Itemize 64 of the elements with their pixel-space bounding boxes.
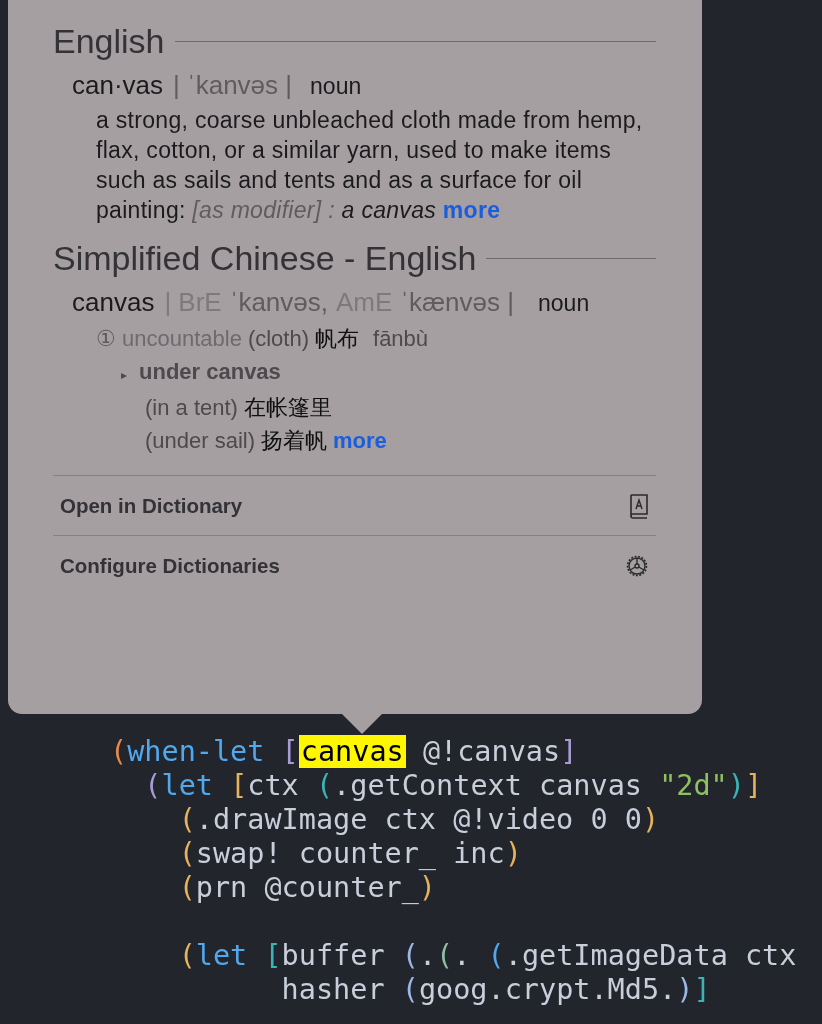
gloss-text: (in a tent)	[145, 394, 238, 422]
more-link[interactable]: more	[333, 424, 387, 457]
code-token: (	[177, 939, 196, 972]
code-token: (	[177, 803, 196, 836]
disclosure-marker[interactable]: ▸	[121, 359, 127, 391]
definition-text: a strong, coarse unbleached cloth made from hemp, flax, cotton, or a similar yarn, used to make items such as sails and tents and as a surface for oil painting: [as modifier] : a canvas more	[96, 106, 644, 225]
translation-text: 扬着帆	[261, 427, 328, 455]
menu-item[interactable]: Open in Dictionary	[60, 493, 243, 518]
code-token: (	[315, 769, 334, 802]
code-token: )	[641, 803, 660, 836]
book-icon[interactable]	[628, 492, 650, 519]
code-token: swap! counter_ inc	[195, 837, 505, 870]
code-token: goog.crypt.Md5.	[418, 973, 677, 1006]
code-token: .	[418, 939, 437, 972]
pronunciation: | ˈkanvəs |	[173, 70, 293, 101]
section-title: English	[53, 21, 165, 61]
code-token: )	[727, 769, 745, 802]
phrase-text: under canvas	[139, 358, 281, 386]
code-token: .getImageData ctx	[504, 939, 797, 972]
code-token: (	[436, 939, 454, 972]
headword: can·vas	[72, 70, 164, 101]
code-token: )	[504, 837, 522, 870]
more-link[interactable]: more	[442, 197, 501, 223]
pronunciation: ˈkænvəs |	[400, 287, 514, 318]
code-token: ]	[693, 973, 711, 1006]
code-token: (	[487, 939, 505, 972]
code-token: .drawImage ctx @!video 0 0	[195, 803, 642, 836]
code-token: (	[401, 939, 419, 972]
code-token: hasher	[280, 973, 386, 1006]
code-token: [	[230, 769, 248, 802]
translation-text: 在帐篷里	[243, 394, 332, 422]
code-token: [	[264, 939, 282, 972]
code-token: )	[676, 973, 694, 1006]
pinyin-text: fānbù	[373, 325, 429, 353]
code-token: "2d"	[659, 769, 728, 802]
code-token: (	[401, 973, 419, 1006]
part-of-speech: noun	[538, 290, 590, 317]
pronunciation: ˈkanvəs,	[229, 287, 328, 318]
code-token: (	[177, 871, 196, 904]
code-token: when-let	[127, 735, 266, 768]
headword: canvas	[72, 287, 155, 318]
section-title: Simplified Chinese - English	[53, 238, 477, 278]
code-token: prn @counter_	[195, 871, 419, 904]
code-token: (	[143, 769, 162, 802]
code-token: (	[110, 735, 128, 768]
code-token: let	[161, 769, 214, 802]
part-of-speech: noun	[310, 73, 362, 100]
highlighted-word: canvas	[298, 735, 406, 768]
code-token: )	[418, 871, 437, 904]
code-token: (	[177, 837, 196, 870]
code-token: [	[281, 735, 299, 768]
code-token: ]	[744, 769, 763, 802]
code-token: buffer	[281, 939, 386, 972]
translation-text: 帆布	[315, 325, 359, 353]
gloss-text: (cloth)	[247, 325, 309, 353]
sense-number: ①	[96, 325, 116, 353]
code-token: @!canvas	[421, 735, 561, 768]
code-token: .	[453, 939, 472, 972]
code-token: let	[195, 939, 249, 972]
code-token: ]	[560, 735, 578, 768]
menu-item[interactable]: Configure Dictionaries	[60, 553, 280, 578]
gloss-text: (under sail)	[145, 427, 256, 455]
code-token: .getContext canvas	[333, 769, 643, 802]
code-token: ctx	[247, 769, 300, 802]
